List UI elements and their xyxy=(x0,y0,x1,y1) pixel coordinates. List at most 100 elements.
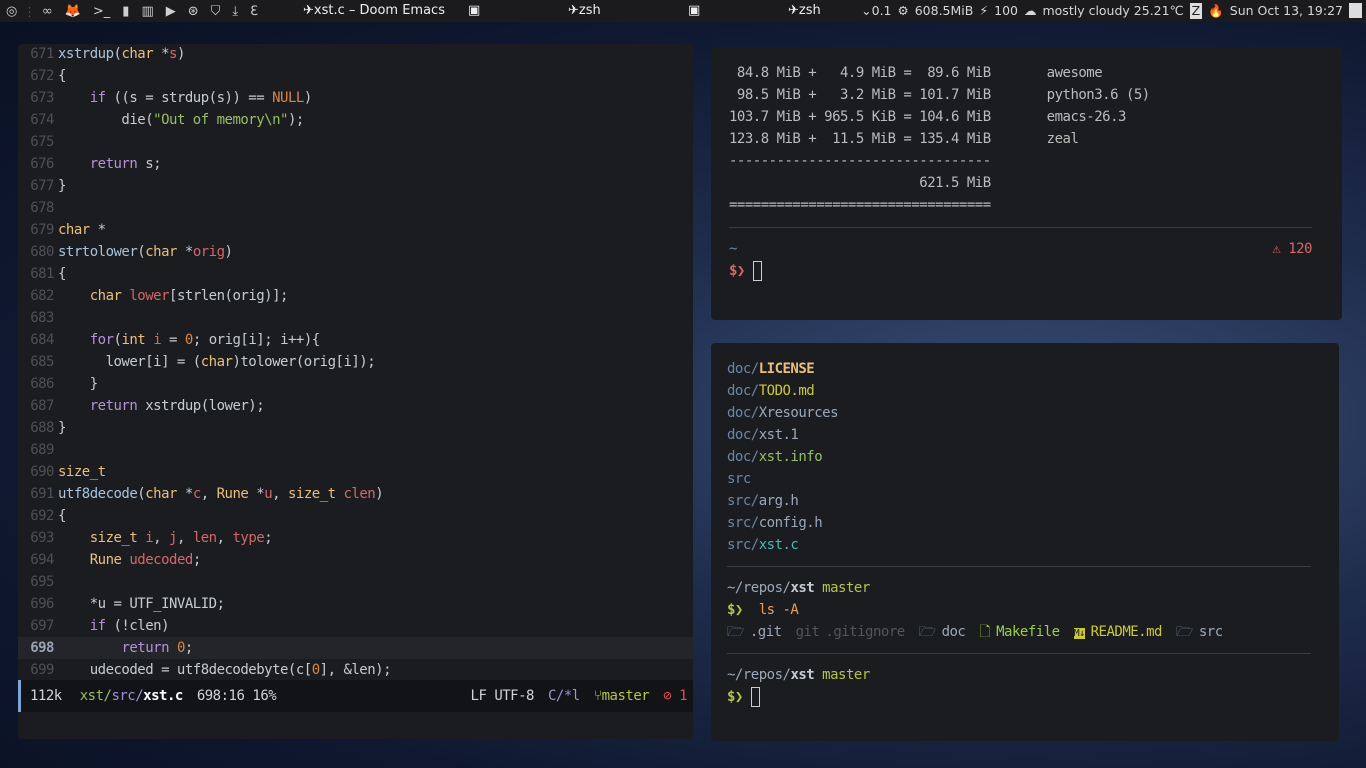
task-zsh-1[interactable]: ✈zsh xyxy=(568,3,601,18)
code-line[interactable]: 685 lower[i] = (char)tolower(orig[i]); xyxy=(18,351,693,373)
code-line[interactable]: 677} xyxy=(18,175,693,197)
file-path: src/arg.h xyxy=(727,490,1323,512)
code-token: Rune xyxy=(216,486,249,502)
vc-branch[interactable]: master xyxy=(602,688,650,704)
line-number: 685 xyxy=(30,354,54,370)
task-zsh-2[interactable]: ✈zsh xyxy=(788,3,821,18)
total-memory: 621.5 MiB xyxy=(729,175,991,191)
code-line[interactable]: 676 return s; xyxy=(18,153,693,175)
code-line[interactable]: 691 utf8decode(char *c, Rune *u, size_t c… xyxy=(18,483,693,505)
code-line[interactable]: 689 xyxy=(18,439,693,461)
code-line[interactable]: 695 xyxy=(18,571,693,593)
error-count[interactable]: 1 xyxy=(679,688,687,704)
line-number: 674 xyxy=(30,112,54,128)
file-path: doc/TODO.md xyxy=(727,380,1323,402)
code-line[interactable]: 698 return 0; xyxy=(18,637,693,659)
code-line[interactable]: 672{ xyxy=(18,65,693,87)
ls-name: src xyxy=(1198,624,1223,640)
code-token: * xyxy=(153,46,170,62)
code-line[interactable]: 683 xyxy=(18,307,693,329)
emacs-window[interactable]: 671 xstrdup(char *s) 672{673 if ((s = strd… xyxy=(18,44,693,739)
line-number: 684 xyxy=(30,332,54,348)
code-line[interactable]: 697 if (!clen) xyxy=(18,615,693,637)
infinity-icon[interactable]: ∞ xyxy=(42,4,53,19)
code-line[interactable]: 674 die("Out of memory\n"); xyxy=(18,109,693,131)
code-line[interactable]: 680 strtolower(char *orig) xyxy=(18,241,693,263)
code-line[interactable]: 686 } xyxy=(18,373,693,395)
cursor-position: 698:16 xyxy=(196,688,245,704)
memory-values: 84.8 MiB + 4.9 MiB = 89.6 MiB xyxy=(729,65,991,81)
line-number: 696 xyxy=(30,596,54,612)
file-name: arg.h xyxy=(758,493,799,509)
code-line[interactable]: 671 xstrdup(char *s) xyxy=(18,44,693,65)
terminal-app-icon[interactable]: ▣ xyxy=(688,3,700,18)
cursor xyxy=(750,687,760,707)
layout-icon[interactable] xyxy=(1349,3,1362,18)
file-dir: src/ xyxy=(727,493,759,509)
code-token: return xyxy=(89,156,138,172)
terminal-app-icon[interactable]: ▣ xyxy=(468,3,480,18)
code-line[interactable]: 675 xyxy=(18,131,693,153)
line-text: { xyxy=(58,263,66,285)
awesome-icon[interactable]: ◎ xyxy=(6,4,17,19)
line-number: 680 xyxy=(30,244,54,260)
code-line[interactable]: 682 char lower[strlen(orig)]; xyxy=(18,285,693,307)
divider: ⋮ xyxy=(23,3,36,19)
process-name: awesome xyxy=(1046,65,1103,81)
download-icon[interactable]: ⤓ xyxy=(232,4,238,19)
android-icon[interactable]: ▮ xyxy=(122,4,129,19)
code-token: , xyxy=(216,530,233,546)
code-line[interactable]: 681{ xyxy=(18,263,693,285)
code-token: u xyxy=(264,486,273,502)
line-text: for(int i = 0; orig[i]; i++){ xyxy=(58,329,320,351)
code-line[interactable]: 694 Rune udecoded; xyxy=(18,549,693,571)
ls-name: Makefile xyxy=(996,624,1060,640)
file-path: src/xst.c xyxy=(727,534,1323,556)
code-token: s; xyxy=(137,156,162,172)
code-token: xstrdup(lower); xyxy=(137,398,265,414)
code-line[interactable]: 684 for(int i = 0; orig[i]; i++){ xyxy=(18,329,693,351)
line-text: strtolower(char *orig) xyxy=(58,241,233,263)
encoding[interactable]: UTF-8 xyxy=(494,688,534,704)
file-dir: src/ xyxy=(727,537,759,553)
battery-widget: 100 xyxy=(994,3,1018,18)
code-line[interactable]: 696 *u = UTF_INVALID; xyxy=(18,593,693,615)
code-token: i xyxy=(153,332,162,348)
emacs-icon[interactable]: ℇ xyxy=(250,4,258,19)
ls-name: doc xyxy=(941,624,966,640)
code-line[interactable]: 687 return xstrdup(lower); xyxy=(18,395,693,417)
code-line[interactable]: 699 udecoded = utf8decodebyte(c[0], &len… xyxy=(18,659,693,681)
file-name: TODO.md xyxy=(758,383,815,399)
code-line[interactable]: 688} xyxy=(18,417,693,439)
ls-entry: 🗁 doc xyxy=(919,621,966,643)
ls-name: .git xyxy=(749,624,782,640)
code-line[interactable]: 692{ xyxy=(18,505,693,527)
memory-widget: 608.5MiB xyxy=(914,3,974,18)
eol-type[interactable]: LF xyxy=(471,688,487,704)
gamepad-icon[interactable]: ⊛ xyxy=(188,4,199,19)
terminal-smem[interactable]: 84.8 MiB + 4.9 MiB = 89.6 MiB awesome 98.… xyxy=(711,47,1342,320)
shield-icon[interactable]: ⛉ xyxy=(211,4,221,19)
firefox-icon[interactable]: 🦊 xyxy=(65,4,81,19)
task-emacs[interactable]: ✈xst.c – Doom Emacs xyxy=(303,3,445,18)
code-line[interactable]: 678 xyxy=(18,197,693,219)
terminal-ls[interactable]: doc/LICENSE doc/TODO.md doc/Xresources doc/… xyxy=(711,343,1339,741)
terminal-icon[interactable]: >_ xyxy=(93,4,110,19)
play-icon[interactable]: ▶ xyxy=(166,4,176,19)
load-widget: ⌄0.1 xyxy=(861,3,892,18)
file-path: doc/xst.1 xyxy=(727,424,1323,446)
code-line[interactable]: 679 char * xyxy=(18,219,693,241)
book-icon[interactable]: ▥ xyxy=(141,4,153,19)
smem-row: 84.8 MiB + 4.9 MiB = 89.6 MiB awesome xyxy=(729,62,1324,84)
code-line[interactable]: 690 size_t xyxy=(18,461,693,483)
major-mode[interactable]: C/*l xyxy=(548,688,580,704)
code-line[interactable]: 673 if ((s = strdup(s)) == NULL) xyxy=(18,87,693,109)
code-line[interactable]: 693 size_t i, j, len, type; xyxy=(18,527,693,549)
keyboard-layout-icon[interactable]: Z xyxy=(1189,3,1203,19)
code-token: { xyxy=(58,508,66,524)
folder-icon: 🗁 xyxy=(727,624,744,640)
code-token: * xyxy=(89,222,106,238)
